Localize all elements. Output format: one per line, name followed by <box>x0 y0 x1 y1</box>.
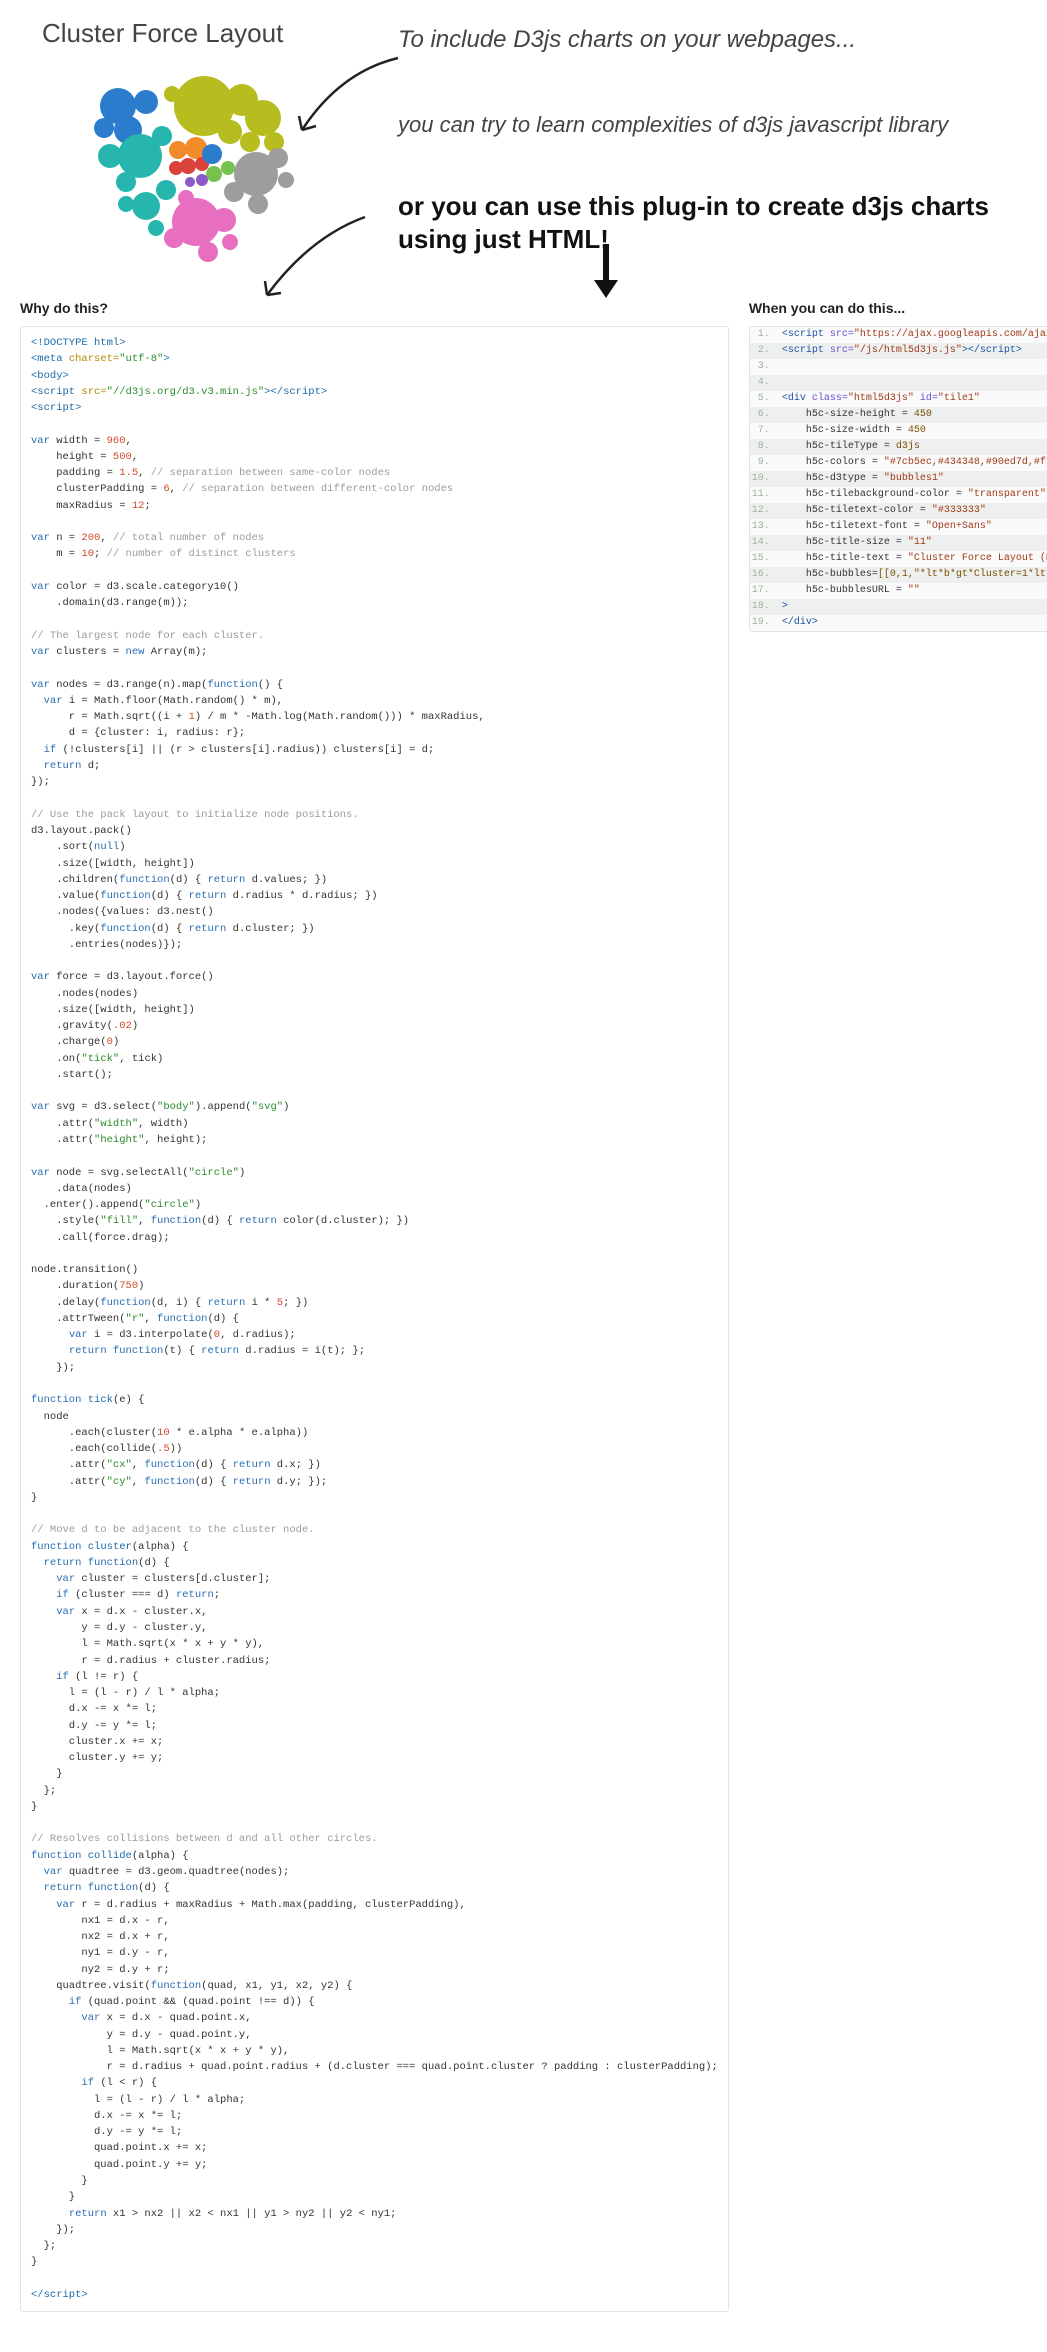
code-line: 9. h5c-colors = "#7cb5ec,#434348,#90ed7d… <box>750 455 1047 471</box>
line-content: h5c-size-height = 450 <box>778 407 1047 423</box>
html5d3js-code-block: 1.<script src="https://ajax.googleapis.c… <box>749 326 1047 632</box>
code-line: 16. h5c-bubbles=[[0,1,"*lt*b*gt*Cluster=… <box>750 567 1047 583</box>
line-content: h5c-title-text = "Cluster Force Layout (… <box>778 551 1047 567</box>
line-number: 10. <box>750 471 778 487</box>
cluster-bubbles-illustration <box>78 70 308 270</box>
line-number: 8. <box>750 439 778 455</box>
line-content: h5c-bubblesURL = "" <box>778 583 1047 599</box>
line-content: ​ <box>778 359 1047 375</box>
code-line: 5.<div class="html5d3js" id="tile1" <box>750 391 1047 407</box>
left-column: Why do this? <!DOCTYPE html> <meta chars… <box>20 292 729 2312</box>
left-heading: Why do this? <box>20 300 729 316</box>
line-content: > <box>778 599 1047 615</box>
line-number: 2. <box>750 343 778 359</box>
code-line: 3.​ <box>750 359 1047 375</box>
code-line: 4.​ <box>750 375 1047 391</box>
line-content: <script src="https://ajax.googleapis.com… <box>778 327 1047 343</box>
line-number: 11. <box>750 487 778 503</box>
line-number: 17. <box>750 583 778 599</box>
hero-row: Cluster Force Layout <box>20 12 1027 282</box>
line-content: ​ <box>778 375 1047 391</box>
comparison-columns: Why do this? <!DOCTYPE html> <meta chars… <box>20 292 1027 2312</box>
line-content: h5c-size-width = 450 <box>778 423 1047 439</box>
right-column: When you can do this... 1.<script src="h… <box>749 292 1047 632</box>
page-title: Cluster Force Layout <box>42 18 283 49</box>
line-content: h5c-title-size = "11" <box>778 535 1047 551</box>
code-line: 15. h5c-title-text = "Cluster Force Layo… <box>750 551 1047 567</box>
line-content: h5c-bubbles=[[0,1,"*lt*b*gt*Cluster=1*lt… <box>778 567 1047 583</box>
line-content: <script src="/js/html5d3js.js"></script> <box>778 343 1047 359</box>
code-line: 2.<script src="/js/html5d3js.js"></scrip… <box>750 343 1047 359</box>
code-line: 13. h5c-tiletext-font = "Open+Sans" <box>750 519 1047 535</box>
line-number: 1. <box>750 327 778 343</box>
code-line: 7. h5c-size-width = 450 <box>750 423 1047 439</box>
line-content: h5c-d3type = "bubbles1" <box>778 471 1047 487</box>
line-number: 19. <box>750 615 778 631</box>
code-line: 6. h5c-size-height = 450 <box>750 407 1047 423</box>
line-number: 15. <box>750 551 778 567</box>
code-line: 10. h5c-d3type = "bubbles1" <box>750 471 1047 487</box>
line-number: 4. <box>750 375 778 391</box>
line-number: 18. <box>750 599 778 615</box>
line-number: 3. <box>750 359 778 375</box>
d3-raw-code-block: <!DOCTYPE html> <meta charset="utf-8"> <… <box>20 326 729 2312</box>
code-line: 1.<script src="https://ajax.googleapis.c… <box>750 327 1047 343</box>
code-line: 18.> <box>750 599 1047 615</box>
line-content: h5c-tiletext-font = "Open+Sans" <box>778 519 1047 535</box>
line-content: h5c-tilebackground-color = "transparent" <box>778 487 1047 503</box>
intro-bold-text: or you can use this plug-in to create d3… <box>398 190 1018 255</box>
code-line: 12. h5c-tiletext-color = "#333333" <box>750 503 1047 519</box>
right-heading: When you can do this... <box>749 300 1047 316</box>
line-number: 6. <box>750 407 778 423</box>
line-number: 9. <box>750 455 778 471</box>
intro-text-2: you can try to learn complexities of d3j… <box>398 112 998 138</box>
line-content: </div> <box>778 615 1047 631</box>
intro-text-1: To include D3js charts on your webpages.… <box>398 26 856 54</box>
line-number: 16. <box>750 567 778 583</box>
line-content: h5c-colors = "#7cb5ec,#434348,#90ed7d,#f… <box>778 455 1047 471</box>
line-number: 5. <box>750 391 778 407</box>
line-number: 14. <box>750 535 778 551</box>
code-line: 19.</div> <box>750 615 1047 631</box>
code-line: 14. h5c-title-size = "11" <box>750 535 1047 551</box>
line-number: 7. <box>750 423 778 439</box>
line-number: 12. <box>750 503 778 519</box>
code-line: 17. h5c-bubblesURL = "" <box>750 583 1047 599</box>
line-content: h5c-tiletext-color = "#333333" <box>778 503 1047 519</box>
code-line: 11. h5c-tilebackground-color = "transpar… <box>750 487 1047 503</box>
line-content: <div class="html5d3js" id="tile1" <box>778 391 1047 407</box>
line-number: 13. <box>750 519 778 535</box>
line-content: h5c-tileType = d3js <box>778 439 1047 455</box>
code-line: 8. h5c-tileType = d3js <box>750 439 1047 455</box>
